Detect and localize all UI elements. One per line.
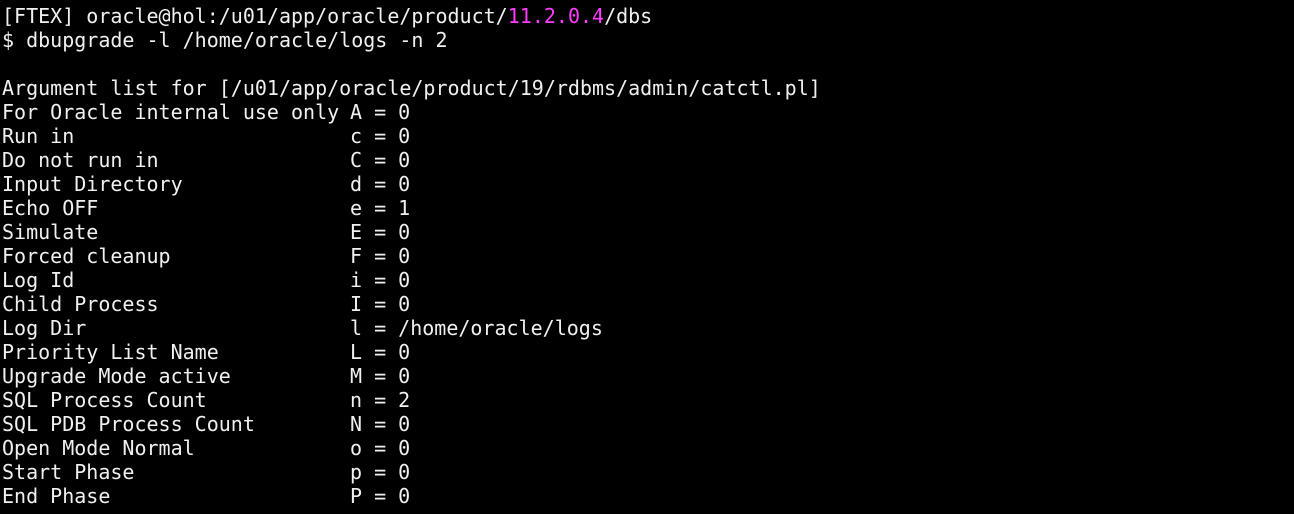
argument-flag-value: F = 0 bbox=[350, 244, 411, 268]
prompt-line: [FTEX] oracle@hol:/u01/app/oracle/produc… bbox=[0, 4, 1294, 28]
argument-description: SQL PDB Process Count bbox=[2, 412, 255, 436]
argument-description: Forced cleanup bbox=[2, 244, 171, 268]
terminal-window[interactable]: [FTEX] oracle@hol:/u01/app/oracle/produc… bbox=[0, 0, 1294, 514]
argument-flag-value: E = 0 bbox=[350, 220, 411, 244]
argument-flag-value: A = 0 bbox=[350, 100, 411, 124]
argument-row: Open Mode Normal o = 0 bbox=[0, 436, 1294, 460]
argument-row: Log Dir l = /home/oracle/logs bbox=[0, 316, 1294, 340]
argument-description: Run in bbox=[2, 124, 75, 148]
argument-flag-value: n = 2 bbox=[350, 388, 411, 412]
argument-row: Input Directory d = 0 bbox=[0, 172, 1294, 196]
argument-description: Start Phase bbox=[2, 460, 135, 484]
argument-row: Simulate E = 0 bbox=[0, 220, 1294, 244]
argument-row: Forced cleanup F = 0 bbox=[0, 244, 1294, 268]
argument-flag-value: I = 0 bbox=[350, 292, 411, 316]
argument-flag-value: c = 0 bbox=[350, 124, 411, 148]
command-line: $ dbupgrade -l /home/oracle/logs -n 2 bbox=[2, 28, 448, 52]
argument-row: Echo OFF e = 1 bbox=[0, 196, 1294, 220]
argument-flag-value: o = 0 bbox=[350, 436, 411, 460]
argument-flag-value: C = 0 bbox=[350, 148, 411, 172]
argument-description: End Phase bbox=[2, 484, 111, 508]
argument-description: For Oracle internal use only bbox=[2, 100, 340, 124]
argument-flag-value: p = 0 bbox=[350, 460, 411, 484]
argument-row: Log Id i = 0 bbox=[0, 268, 1294, 292]
argument-description: Simulate bbox=[2, 220, 99, 244]
argument-row: SQL PDB Process Count N = 0 bbox=[0, 412, 1294, 436]
argument-row: SQL Process Count n = 2 bbox=[0, 388, 1294, 412]
argument-flag-value: N = 0 bbox=[350, 412, 411, 436]
argument-description: Child Process bbox=[2, 292, 159, 316]
argument-description: Open Mode Normal bbox=[2, 436, 195, 460]
argument-flag-value: M = 0 bbox=[350, 364, 411, 388]
argument-description: Log Id bbox=[2, 268, 75, 292]
argument-row: Start Phase p = 0 bbox=[0, 460, 1294, 484]
argument-row: Priority List Name L = 0 bbox=[0, 340, 1294, 364]
argument-description: Echo OFF bbox=[2, 196, 99, 220]
prompt-version-highlight: 11.2.0.4 bbox=[507, 4, 605, 28]
argument-list-header: Argument list for [/u01/app/oracle/produ… bbox=[2, 76, 821, 100]
argument-row: For Oracle internal use only A = 0 bbox=[0, 100, 1294, 124]
argument-list: For Oracle internal use only A = 0 Run in c… bbox=[0, 100, 1294, 508]
argument-row: Child Process I = 0 bbox=[0, 292, 1294, 316]
argument-description: Input Directory bbox=[2, 172, 183, 196]
prompt-prefix: [FTEX] oracle@hol:/u01/app/oracle/produc… bbox=[2, 4, 508, 28]
argument-description: Log Dir bbox=[2, 316, 87, 340]
argument-flag-value: i = 0 bbox=[350, 268, 411, 292]
argument-description: Priority List Name bbox=[2, 340, 219, 364]
argument-flag-value: P = 0 bbox=[350, 484, 411, 508]
argument-flag-value: l = /home/oracle/logs bbox=[350, 316, 603, 340]
argument-flag-value: e = 1 bbox=[350, 196, 411, 220]
argument-flag-value: L = 0 bbox=[350, 340, 411, 364]
argument-description: Do not run in bbox=[2, 148, 159, 172]
argument-row: End Phase P = 0 bbox=[0, 484, 1294, 508]
argument-description: Upgrade Mode active bbox=[2, 364, 231, 388]
argument-row: Run in c = 0 bbox=[0, 124, 1294, 148]
argument-description: SQL Process Count bbox=[2, 388, 207, 412]
prompt-suffix: /dbs bbox=[604, 4, 653, 28]
argument-flag-value: d = 0 bbox=[350, 172, 411, 196]
argument-row: Do not run in C = 0 bbox=[0, 148, 1294, 172]
argument-row: Upgrade Mode active M = 0 bbox=[0, 364, 1294, 388]
